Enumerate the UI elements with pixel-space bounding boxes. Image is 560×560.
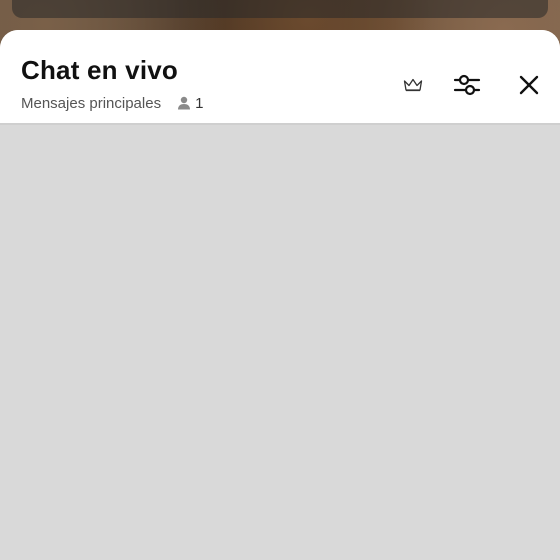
chat-mode-selector[interactable]: Mensajes principales: [21, 95, 161, 112]
chat-messages-area[interactable]: [0, 125, 560, 560]
person-icon: [178, 96, 191, 110]
crown-icon: [403, 78, 423, 92]
video-overlay-bar: [12, 0, 548, 18]
viewer-count: 1: [195, 94, 204, 112]
crown-button[interactable]: [398, 70, 428, 100]
filter-settings-button[interactable]: [450, 68, 484, 102]
close-button[interactable]: [512, 68, 546, 102]
chat-header: Chat en vivo Mensajes principales 1: [0, 30, 560, 123]
live-chat-sheet: Chat en vivo Mensajes principales 1: [0, 30, 560, 560]
close-icon: [519, 75, 539, 95]
sliders-icon: [453, 74, 481, 96]
screen: Chat en vivo Mensajes principales 1: [0, 0, 560, 560]
chat-title: Chat en vivo: [21, 55, 178, 85]
chat-subtitle-row: Mensajes principales 1: [21, 93, 203, 113]
viewer-count-indicator: 1: [177, 95, 203, 112]
